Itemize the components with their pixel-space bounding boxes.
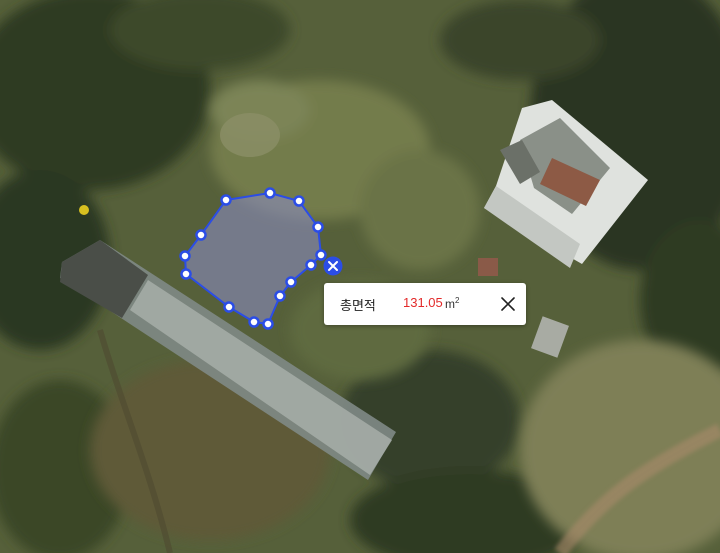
vertex[interactable] [262, 318, 274, 330]
yellow-object [79, 205, 89, 215]
vertex[interactable] [285, 276, 297, 288]
mound [220, 113, 280, 157]
vertex[interactable] [223, 301, 235, 313]
vertex[interactable] [274, 290, 286, 302]
satellite-map[interactable] [0, 0, 720, 553]
area-label: 총면적 [340, 299, 376, 314]
vertex[interactable] [179, 250, 191, 262]
delete-measure-button[interactable] [323, 256, 343, 276]
area-unit: m2 [445, 296, 460, 311]
area-value: 131.05 [403, 295, 443, 310]
vertex[interactable] [293, 195, 305, 207]
vertex[interactable] [195, 229, 207, 241]
vertex[interactable] [180, 268, 192, 280]
vertex[interactable] [312, 221, 324, 233]
vertex[interactable] [305, 259, 317, 271]
vertex[interactable] [248, 316, 260, 328]
vertex[interactable] [220, 194, 232, 206]
close-icon[interactable] [498, 294, 518, 314]
vertex[interactable] [264, 187, 276, 199]
shed-small-2 [478, 258, 498, 276]
area-popup: 총면적 131.05 m2 [324, 283, 526, 325]
